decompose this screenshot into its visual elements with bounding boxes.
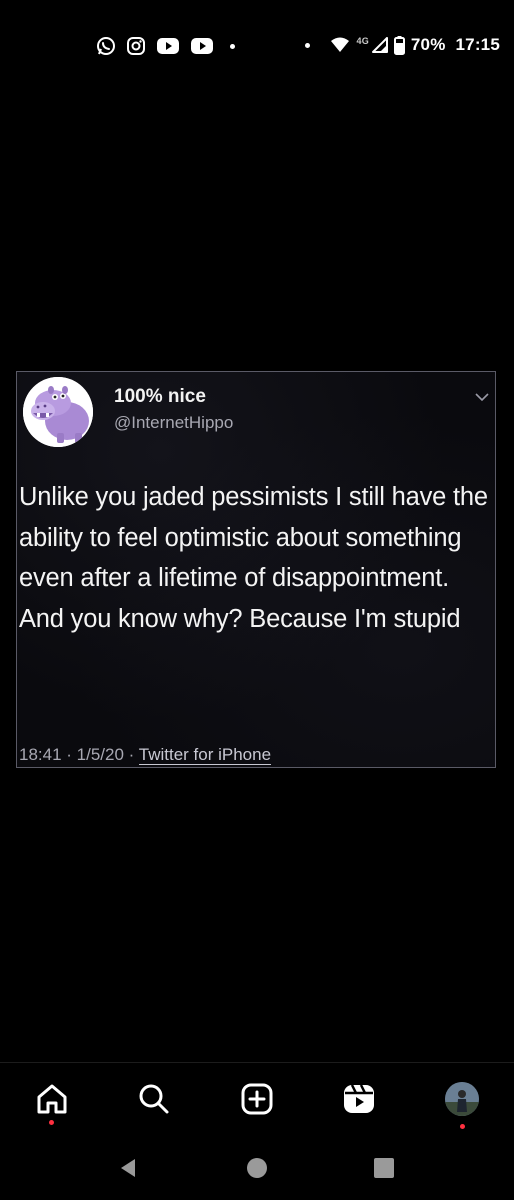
tweet-meta: 18:41 · 1/5/20 · Twitter for iPhone	[19, 745, 272, 765]
nav-reels-button[interactable]	[337, 1077, 381, 1121]
nav-create-button[interactable]	[235, 1077, 279, 1121]
home-activity-dot	[49, 1120, 54, 1125]
create-icon	[241, 1083, 273, 1115]
meta-separator: ·	[66, 745, 77, 764]
notification-icons	[96, 36, 235, 56]
nav-home-button[interactable]	[30, 1077, 74, 1121]
home-circle-icon	[247, 1158, 267, 1178]
profile-avatar	[445, 1082, 479, 1116]
tweet-text: Unlike you jaded pessimists I still have…	[19, 483, 488, 633]
search-icon	[139, 1084, 169, 1114]
status-bar: 4G 70% 17:15	[0, 0, 514, 90]
battery-percent: 70%	[410, 35, 446, 54]
system-nav-bar	[0, 1134, 514, 1200]
profile-activity-dot	[460, 1124, 465, 1129]
clock: 17:15	[455, 35, 500, 54]
back-icon	[121, 1159, 135, 1177]
nav-profile-button[interactable]	[440, 1077, 484, 1121]
recents-button[interactable]	[370, 1154, 398, 1182]
bottom-nav	[0, 1062, 514, 1135]
battery-icon	[393, 35, 405, 55]
status-dot	[305, 42, 311, 48]
system-status: 4G 70% 17:15	[305, 34, 500, 56]
youtube-icon	[190, 37, 214, 55]
network-type: 4G	[356, 36, 369, 46]
more-notifications-dot	[230, 43, 235, 49]
nav-search-button[interactable]	[132, 1077, 176, 1121]
recents-icon	[374, 1158, 394, 1178]
tweet-time: 18:41	[19, 745, 62, 764]
tweet-screenshot: 100% nice @InternetHippo Unlike you jade…	[16, 371, 496, 768]
tweet-date: 1/5/20	[76, 745, 124, 764]
whatsapp-icon	[96, 36, 116, 56]
youtube-icon	[156, 37, 180, 55]
back-button[interactable]	[114, 1154, 142, 1182]
tweet-display-name: 100% nice	[114, 386, 206, 407]
tweet-handle: @InternetHippo	[114, 413, 234, 432]
wifi-icon	[330, 37, 350, 53]
reels-icon	[344, 1084, 374, 1113]
home-icon	[37, 1084, 67, 1114]
meta-separator: ·	[128, 745, 139, 764]
tweet-avatar	[23, 377, 93, 447]
instagram-icon	[126, 36, 146, 56]
home-system-button[interactable]	[243, 1154, 271, 1182]
hippo-icon	[23, 377, 93, 447]
chevron-down-icon	[473, 388, 491, 406]
signal-icon	[371, 37, 388, 53]
tweet-source: Twitter for iPhone	[138, 745, 272, 765]
